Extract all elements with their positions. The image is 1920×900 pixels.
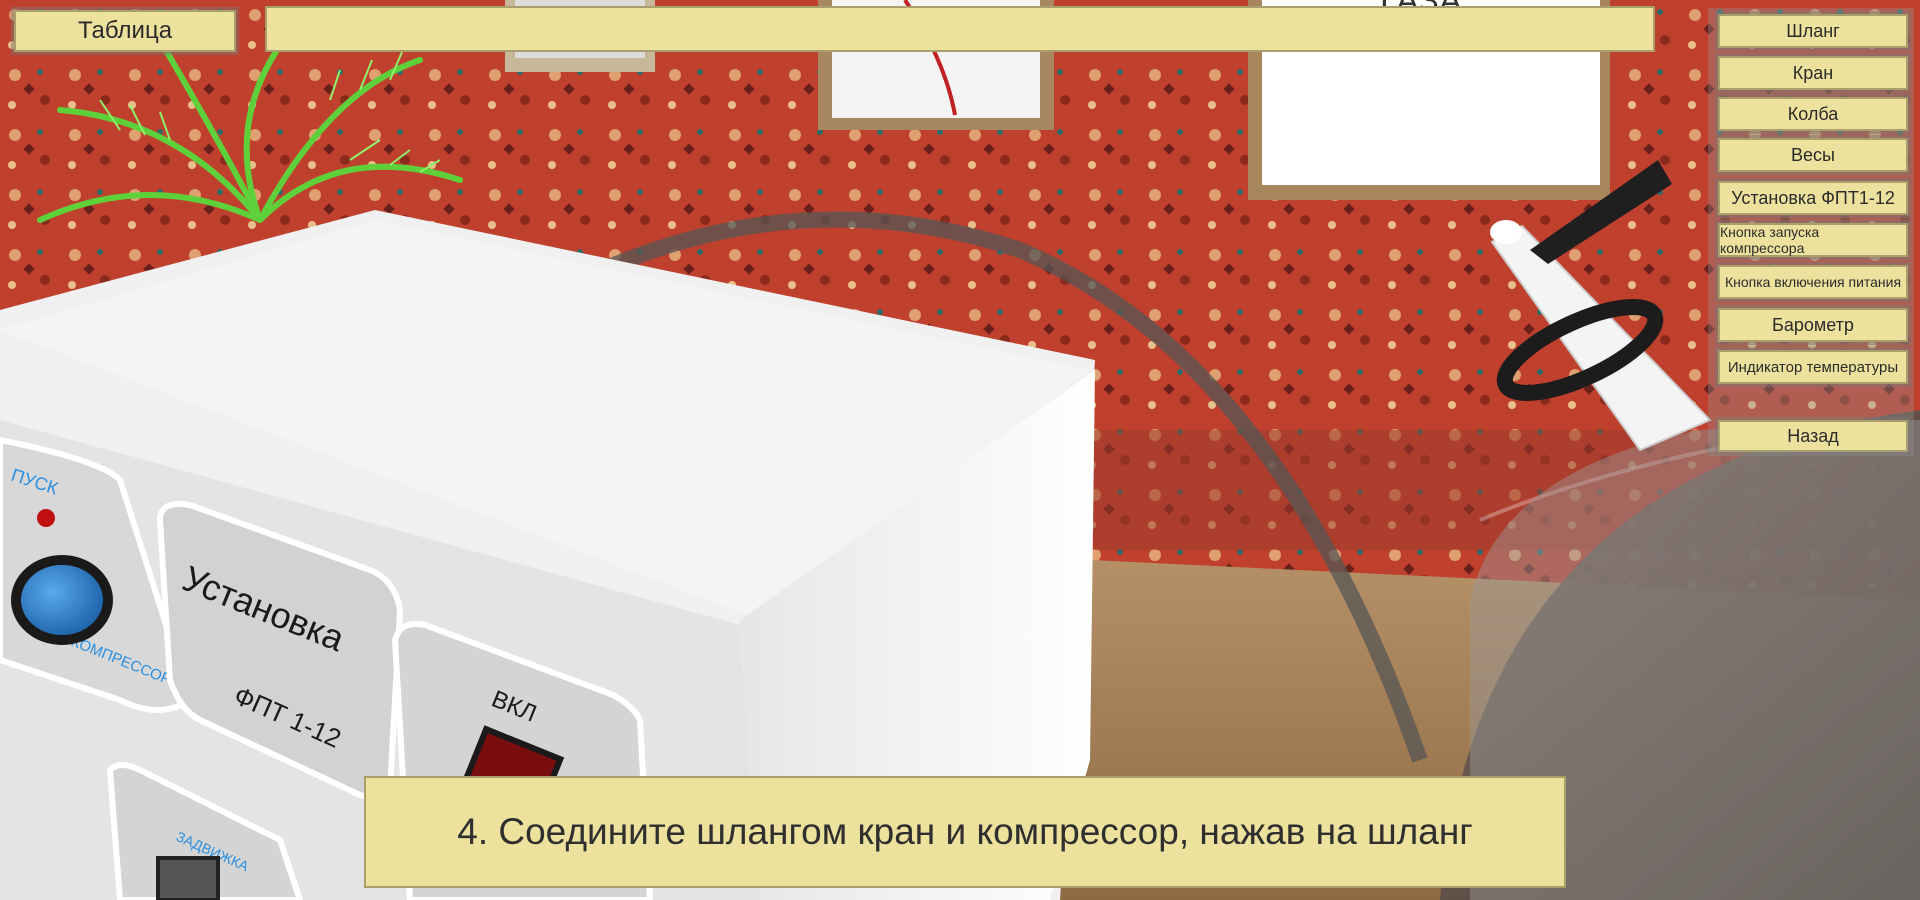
sidebar-item-power-button[interactable]: Кнопка включения питания — [1718, 265, 1908, 299]
sidebar-item-fpt-device[interactable]: Установка ФПТ1-12 — [1718, 181, 1908, 215]
sidebar-item-temperature-indicator[interactable]: Индикатор температуры — [1718, 350, 1908, 384]
3d-scene-view[interactable]: ГАЗА ПУСК КОМПРЕССОР — [0, 0, 1920, 900]
back-button[interactable]: Назад — [1718, 420, 1908, 452]
sidebar-item-barometer[interactable]: Барометр — [1718, 308, 1908, 342]
sidebar-item-faucet[interactable]: Кран — [1718, 56, 1908, 90]
compressor-start-button[interactable] — [11, 555, 113, 645]
status-bar — [265, 6, 1655, 52]
sidebar-item-flask[interactable]: Колба — [1718, 97, 1908, 131]
sidebar-item-hose[interactable]: Шланг — [1718, 14, 1908, 48]
sidebar-item-scales[interactable]: Весы — [1718, 138, 1908, 172]
table-button[interactable]: Таблица — [14, 10, 236, 52]
instruction-text: 4. Соедините шлангом кран и компрессор, … — [364, 776, 1566, 888]
sidebar-item-compressor-button[interactable]: Кнопка запуска компрессора — [1718, 223, 1908, 257]
